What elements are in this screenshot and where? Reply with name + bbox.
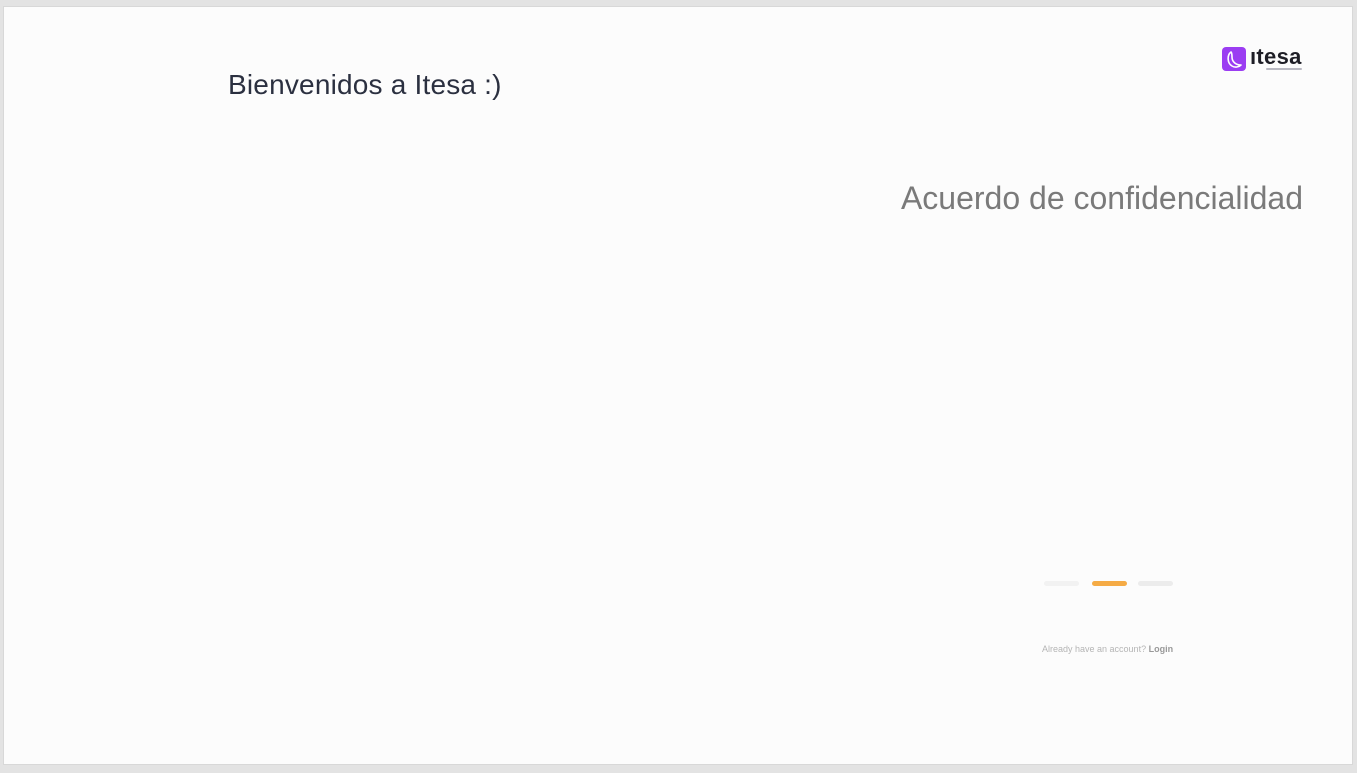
footer-login-prompt: Already have an account? Login	[1042, 644, 1173, 654]
footer-prompt-text: Already have an account?	[1042, 644, 1147, 654]
welcome-heading: Bienvenidos a Itesa :)	[228, 69, 502, 100]
progress-step-2	[1092, 581, 1127, 586]
progress-step-3	[1138, 581, 1173, 586]
step-progress	[1044, 581, 1176, 586]
login-link[interactable]: Login	[1149, 644, 1174, 654]
logo-wordmark: ıtesa	[1250, 44, 1302, 69]
section-title: Acuerdo de confidencialidad	[900, 180, 1303, 216]
progress-step-1	[1044, 581, 1079, 586]
logo-tagline	[1266, 68, 1302, 70]
crescent-moon-icon	[1222, 47, 1246, 71]
itesa-logo[interactable]: ıtesa	[1222, 45, 1304, 73]
page-frame: Bienvenidos a Itesa :) ıtesa Acuerdo de …	[3, 6, 1353, 765]
